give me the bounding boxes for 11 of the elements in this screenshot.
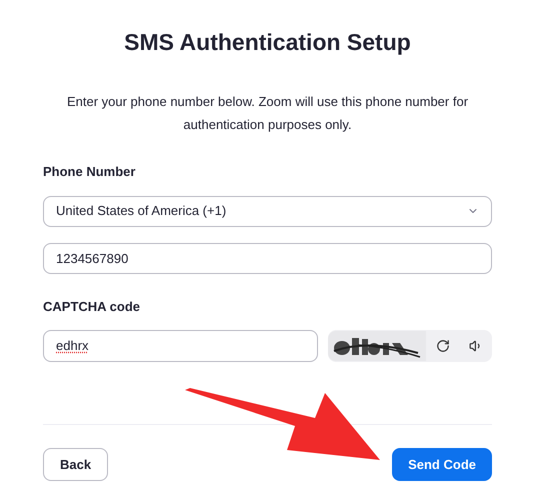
captcha-label: CAPTCHA code [43,298,140,316]
country-select[interactable]: United States of America (+1) [43,196,492,226]
dialog-title: SMS Authentication Setup [124,28,411,56]
phone-label: Phone Number [43,163,136,181]
phone-input-field[interactable]: 1234567890 [43,242,492,274]
captcha-input-field[interactable]: edhrx [43,330,318,362]
back-button[interactable]: Back [43,448,108,481]
description-text: Enter your phone number below. Zoom will use this phone number for authentication purposes only. [66,93,470,134]
speaker-icon[interactable] [468,339,482,353]
refresh-icon[interactable] [436,339,450,353]
send-code-button[interactable]: Send Code [392,448,492,481]
